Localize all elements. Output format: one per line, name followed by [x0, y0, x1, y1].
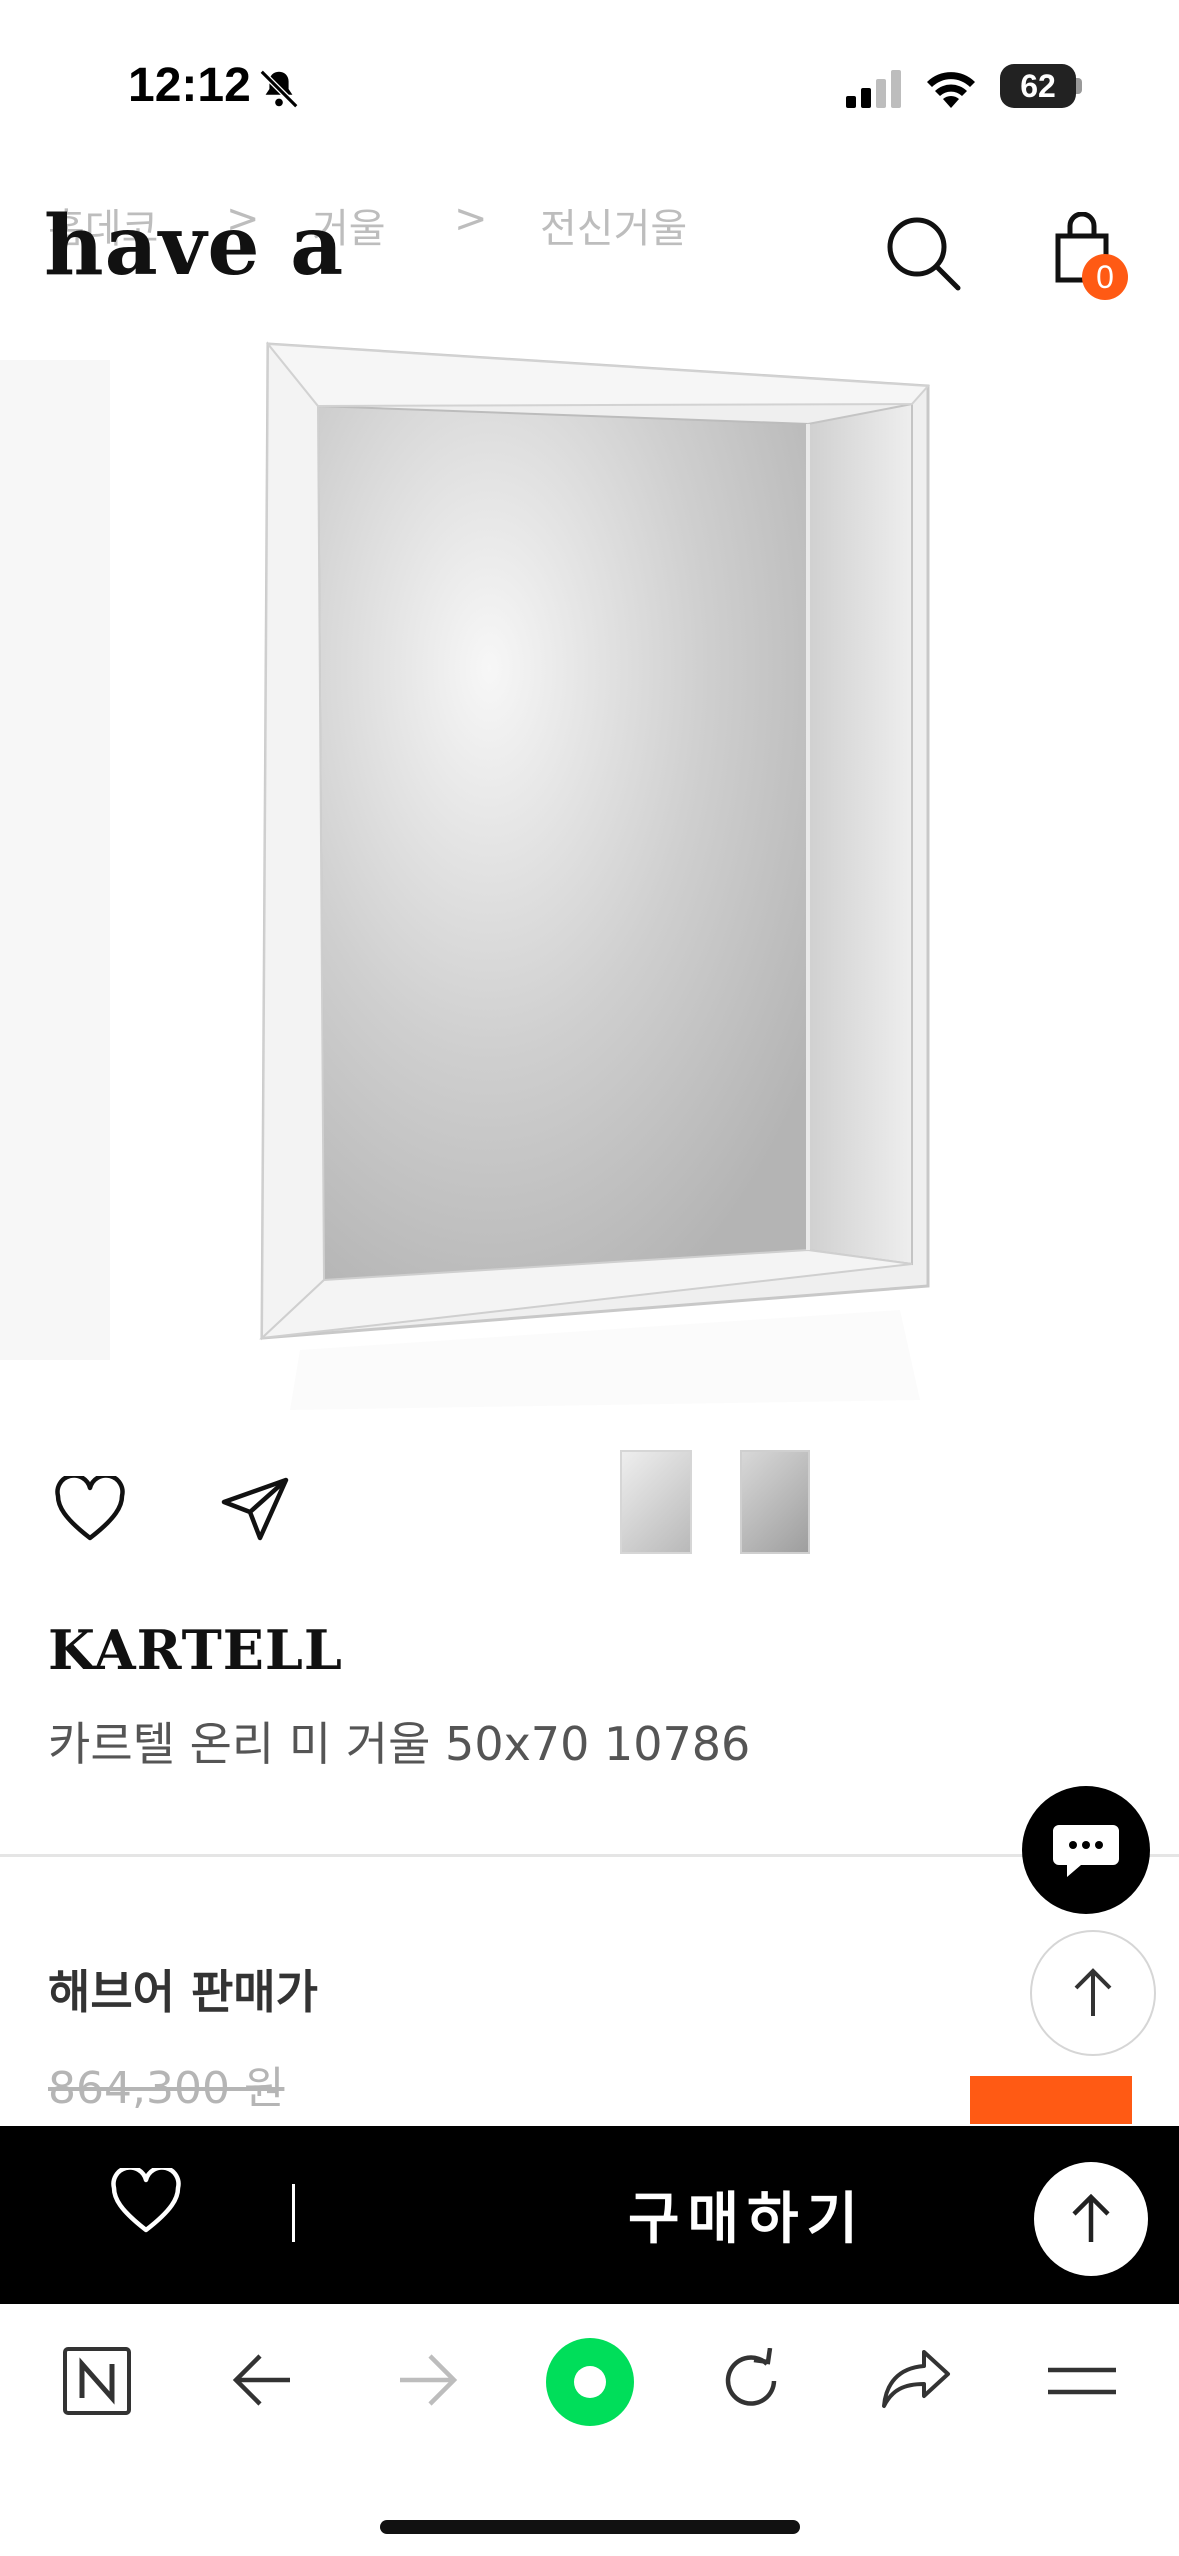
price-label: 해브어 판매가: [48, 1965, 318, 2019]
battery-indicator: 62: [1000, 64, 1076, 108]
scroll-top-button[interactable]: [1034, 2162, 1148, 2276]
chat-button[interactable]: [1022, 1786, 1150, 1914]
search-icon[interactable]: [884, 214, 962, 292]
thumbnail-1[interactable]: [620, 1450, 692, 1554]
wifi-icon: [927, 72, 975, 108]
arrow-left-icon[interactable]: [232, 2352, 294, 2408]
heart-icon[interactable]: [54, 1476, 126, 1542]
share-arrow-icon[interactable]: [880, 2346, 952, 2412]
reload-icon[interactable]: [718, 2348, 784, 2414]
arrow-right-icon[interactable]: [396, 2352, 458, 2408]
heart-icon[interactable]: [110, 2168, 182, 2234]
home-indicator[interactable]: [380, 2520, 800, 2534]
send-icon[interactable]: [220, 1476, 290, 1542]
breadcrumb-item-full-length-mirror[interactable]: 전신거울: [540, 196, 687, 254]
cart-count-badge: 0: [1082, 254, 1128, 300]
menu-icon[interactable]: [1046, 2360, 1118, 2404]
divider: [0, 1854, 1179, 1857]
buy-button[interactable]: 구매하기: [628, 2174, 866, 2255]
thumbnail-2[interactable]: [740, 1450, 810, 1554]
original-price: 864,300 원: [48, 2063, 285, 2114]
breadcrumb-separator: >: [454, 196, 488, 242]
product-image: [0, 320, 1179, 1410]
signal-icon: [846, 70, 901, 108]
product-brand[interactable]: KARTELL: [48, 1618, 343, 1682]
chat-icon: [1053, 1825, 1119, 1877]
status-time: 12:12: [128, 59, 251, 112]
product-name: 카르텔 온리 미 거울 50x70 10786: [48, 1717, 751, 1771]
naver-icon[interactable]: [62, 2346, 132, 2416]
arrow-up-icon: [1074, 1968, 1112, 2016]
green-dot-icon[interactable]: [544, 2336, 636, 2428]
battery-tip: [1076, 78, 1082, 94]
divider: [292, 2184, 295, 2242]
scroll-top-button[interactable]: [1030, 1930, 1156, 2056]
site-logo[interactable]: have a: [44, 198, 344, 294]
orange-tab: [970, 2076, 1132, 2124]
arrow-up-icon: [1072, 2194, 1110, 2242]
bell-off-icon: [259, 69, 299, 109]
